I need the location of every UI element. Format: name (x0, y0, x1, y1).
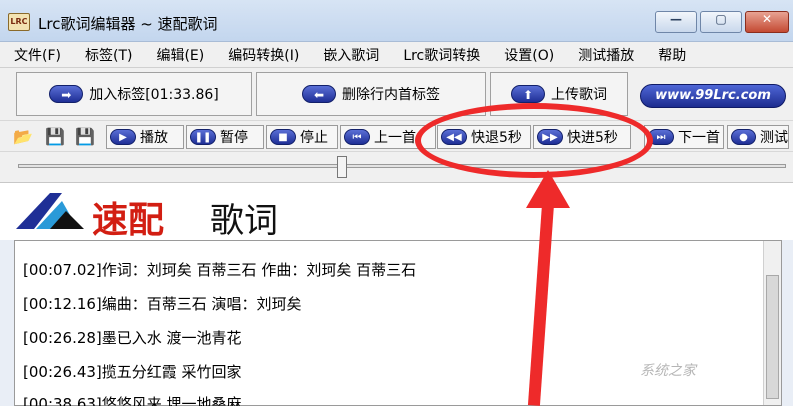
pause-icon: ❚❚ (190, 129, 216, 145)
watermark: 系统之家 (640, 363, 696, 379)
stop-button[interactable]: ■ 停止 (266, 125, 338, 149)
next-track-button[interactable]: ⏭ 下一首 (644, 125, 724, 149)
window-title: Lrc歌词编辑器 ~ 速配歌词 (38, 15, 218, 33)
menu-settings[interactable]: 设置(O) (504, 45, 554, 65)
arrow-right-icon: ➡ (49, 85, 84, 103)
seek-track[interactable] (18, 164, 786, 168)
player-toolbar: 📂 💾 💾 ▶ 播放 ❚❚ 暂停 ■ 停止 ⏮ 上一首 ◀◀ 快退5秒 ▶▶ 快… (0, 120, 793, 152)
open-folder-icon[interactable]: 📂 (12, 127, 34, 147)
record-icon: ● (731, 129, 756, 145)
lyrics-scrollbar[interactable] (763, 241, 781, 405)
menu-encoding[interactable]: 编码转换(I) (228, 45, 299, 65)
prev-track-label: 上一首 (374, 130, 416, 146)
menu-bar: 文件(F) 标签(T) 编辑(E) 编码转换(I) 嵌入歌词 Lrc歌词转换 设… (0, 42, 793, 68)
seek-thumb[interactable] (337, 156, 347, 178)
menu-embed[interactable]: 嵌入歌词 (323, 45, 379, 65)
arrow-up-icon: ⬆ (511, 85, 545, 103)
brand-text-sub: 歌词 (210, 201, 278, 241)
play-button[interactable]: ▶ 播放 (106, 125, 184, 149)
site-link-button[interactable]: www.99Lrc.com (640, 84, 786, 108)
add-tag-button[interactable]: ➡ 加入标签[01:33.86] (16, 72, 252, 116)
menu-lrc-convert[interactable]: Lrc歌词转换 (403, 45, 480, 65)
seek-bar (0, 152, 793, 182)
arrow-left-icon: ⬅ (302, 85, 336, 103)
minimize-button[interactable]: — (655, 11, 697, 33)
lyric-line[interactable]: [00:12.16]编曲：百蒂三石 演唱：刘珂矣 (23, 293, 302, 314)
brand-logo-icon (16, 193, 84, 229)
brand-banner: 速配 歌词 (0, 182, 793, 241)
app-logo-icon: LRC (8, 13, 30, 31)
test-label: 测试 (760, 130, 788, 146)
menu-test-play[interactable]: 测试播放 (578, 45, 634, 65)
test-button[interactable]: ● 测试 (727, 125, 789, 149)
play-label: 播放 (140, 130, 168, 146)
lyrics-editor[interactable]: [00:07.02]作词：刘珂矣 百蒂三石 作曲：刘珂矣 百蒂三石 [00:12… (14, 240, 782, 406)
action-bar: ➡ 加入标签[01:33.86] ⬅ 删除行内首标签 ⬆ 上传歌词 www.99… (0, 68, 793, 120)
save-as-icon[interactable]: 💾 (74, 127, 96, 147)
pause-label: 暂停 (220, 130, 248, 146)
menu-help[interactable]: 帮助 (658, 45, 686, 65)
title-bar: LRC Lrc歌词编辑器 ~ 速配歌词 — ▢ ✕ (0, 0, 793, 42)
lyric-line[interactable]: [00:38.63]悠悠风来 埋一地桑麻 (23, 393, 242, 406)
menu-tag[interactable]: 标签(T) (85, 45, 132, 65)
skip-back-icon: ⏮ (344, 129, 370, 145)
brand-text-main: 速配 (92, 199, 165, 241)
add-tag-label: 加入标签[01:33.86] (89, 87, 219, 103)
stop-icon: ■ (270, 129, 296, 145)
pause-button[interactable]: ❚❚ 暂停 (186, 125, 264, 149)
delete-tag-label: 删除行内首标签 (342, 87, 440, 103)
annotation-arrow-head (526, 170, 570, 208)
next-track-label: 下一首 (678, 130, 720, 146)
upload-label: 上传歌词 (551, 87, 607, 103)
delete-tag-button[interactable]: ⬅ 删除行内首标签 (256, 72, 486, 116)
lyric-line[interactable]: [00:26.43]揽五分红霞 采竹回家 (23, 361, 242, 382)
play-icon: ▶ (110, 129, 136, 145)
menu-edit[interactable]: 编辑(E) (156, 45, 204, 65)
highlight-ellipse (415, 103, 653, 178)
save-icon[interactable]: 💾 (44, 127, 66, 147)
lyric-line[interactable]: [00:26.28]墨已入水 渡一池青花 (23, 327, 242, 348)
lyric-line[interactable]: [00:07.02]作词：刘珂矣 百蒂三石 作曲：刘珂矣 百蒂三石 (23, 259, 416, 280)
close-button[interactable]: ✕ (745, 11, 789, 33)
maximize-button[interactable]: ▢ (700, 11, 742, 33)
stop-label: 停止 (300, 130, 328, 146)
scrollbar-thumb[interactable] (766, 275, 779, 399)
menu-file[interactable]: 文件(F) (14, 45, 61, 65)
